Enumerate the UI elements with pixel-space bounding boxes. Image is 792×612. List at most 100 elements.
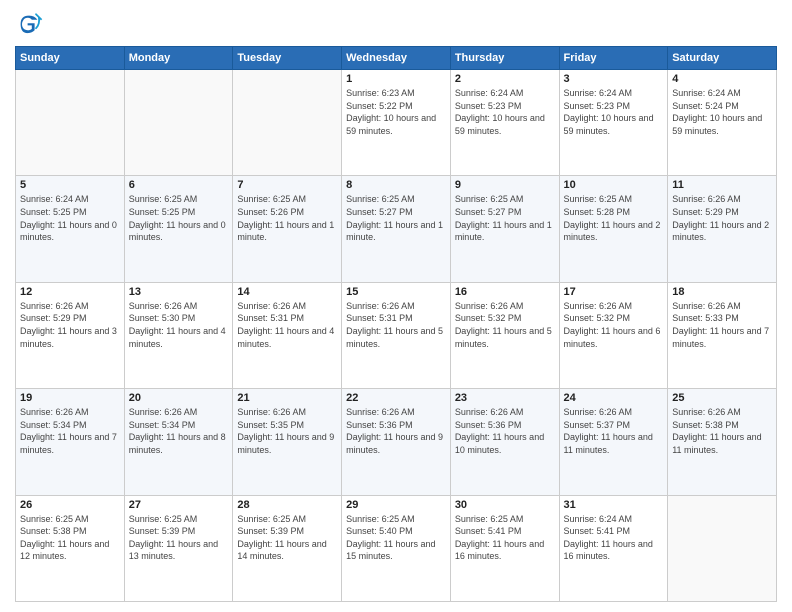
day-info: Sunrise: 6:26 AM Sunset: 5:30 PM Dayligh… xyxy=(129,300,229,350)
calendar-day-cell: 15 Sunrise: 6:26 AM Sunset: 5:31 PM Dayli… xyxy=(342,282,451,388)
calendar-week-row: 19 Sunrise: 6:26 AM Sunset: 5:34 PM Dayli… xyxy=(16,389,777,495)
day-number: 18 xyxy=(672,286,772,298)
calendar-day-cell: 18 Sunrise: 6:26 AM Sunset: 5:33 PM Dayli… xyxy=(668,282,777,388)
header xyxy=(15,10,777,38)
day-number: 25 xyxy=(672,392,772,404)
calendar-day-cell: 22 Sunrise: 6:26 AM Sunset: 5:36 PM Dayli… xyxy=(342,389,451,495)
day-number: 8 xyxy=(346,179,446,191)
calendar-day-cell: 21 Sunrise: 6:26 AM Sunset: 5:35 PM Dayli… xyxy=(233,389,342,495)
calendar-day-cell: 8 Sunrise: 6:25 AM Sunset: 5:27 PM Daylig… xyxy=(342,176,451,282)
day-info: Sunrise: 6:24 AM Sunset: 5:24 PM Dayligh… xyxy=(672,87,772,137)
day-number: 11 xyxy=(672,179,772,191)
day-info: Sunrise: 6:25 AM Sunset: 5:25 PM Dayligh… xyxy=(129,193,229,243)
day-info: Sunrise: 6:26 AM Sunset: 5:29 PM Dayligh… xyxy=(20,300,120,350)
empty-cell xyxy=(668,495,777,601)
day-info: Sunrise: 6:26 AM Sunset: 5:32 PM Dayligh… xyxy=(455,300,555,350)
day-number: 31 xyxy=(564,499,664,511)
calendar-day-cell: 25 Sunrise: 6:26 AM Sunset: 5:38 PM Dayli… xyxy=(668,389,777,495)
day-info: Sunrise: 6:26 AM Sunset: 5:29 PM Dayligh… xyxy=(672,193,772,243)
day-info: Sunrise: 6:25 AM Sunset: 5:27 PM Dayligh… xyxy=(346,193,446,243)
day-info: Sunrise: 6:26 AM Sunset: 5:37 PM Dayligh… xyxy=(564,406,664,456)
calendar-table: SundayMondayTuesdayWednesdayThursdayFrid… xyxy=(15,46,777,602)
calendar-day-cell: 13Sunrise: 6:26 AM Sunset: 5:30 PM Dayli… xyxy=(124,282,233,388)
day-info: Sunrise: 6:25 AM Sunset: 5:41 PM Dayligh… xyxy=(455,513,555,563)
day-number: 17 xyxy=(564,286,664,298)
calendar-day-cell: 6Sunrise: 6:25 AM Sunset: 5:25 PM Daylig… xyxy=(124,176,233,282)
calendar-day-cell: 27 Sunrise: 6:25 AM Sunset: 5:39 PM Dayli… xyxy=(124,495,233,601)
day-info: Sunrise: 6:26 AM Sunset: 5:36 PM Dayligh… xyxy=(455,406,555,456)
day-info: Sunrise: 6:25 AM Sunset: 5:26 PM Dayligh… xyxy=(237,193,337,243)
calendar-day-cell: 14 Sunrise: 6:26 AM Sunset: 5:31 PM Dayli… xyxy=(233,282,342,388)
day-number: 5 xyxy=(20,179,120,191)
day-info: Sunrise: 6:26 AM Sunset: 5:31 PM Dayligh… xyxy=(346,300,446,350)
calendar-day-cell: 12 Sunrise: 6:26 AM Sunset: 5:29 PM Dayli… xyxy=(16,282,125,388)
calendar-day-cell: 5 Sunrise: 6:24 AM Sunset: 5:25 PM Daylig… xyxy=(16,176,125,282)
weekday-header-monday: Monday xyxy=(124,47,233,70)
day-number: 14 xyxy=(237,286,337,298)
day-info: Sunrise: 6:26 AM Sunset: 5:33 PM Dayligh… xyxy=(672,300,772,350)
day-number: 24 xyxy=(564,392,664,404)
weekday-header-wednesday: Wednesday xyxy=(342,47,451,70)
day-number: 3 xyxy=(564,73,664,85)
day-info: Sunrise: 6:25 AM Sunset: 5:40 PM Dayligh… xyxy=(346,513,446,563)
day-info: Sunrise: 6:26 AM Sunset: 5:31 PM Dayligh… xyxy=(237,300,337,350)
day-info: Sunrise: 6:26 AM Sunset: 5:34 PM Dayligh… xyxy=(129,406,229,456)
weekday-header-friday: Friday xyxy=(559,47,668,70)
day-number: 22 xyxy=(346,392,446,404)
day-info: Sunrise: 6:25 AM Sunset: 5:39 PM Dayligh… xyxy=(129,513,229,563)
calendar-day-cell: 3 Sunrise: 6:24 AM Sunset: 5:23 PM Daylig… xyxy=(559,70,668,176)
day-info: Sunrise: 6:26 AM Sunset: 5:32 PM Dayligh… xyxy=(564,300,664,350)
day-info: Sunrise: 6:24 AM Sunset: 5:23 PM Dayligh… xyxy=(564,87,664,137)
day-number: 15 xyxy=(346,286,446,298)
day-number: 12 xyxy=(20,286,120,298)
day-number: 28 xyxy=(237,499,337,511)
day-info: Sunrise: 6:26 AM Sunset: 5:34 PM Dayligh… xyxy=(20,406,120,456)
calendar-day-cell: 23 Sunrise: 6:26 AM Sunset: 5:36 PM Dayli… xyxy=(450,389,559,495)
calendar-day-cell: 20 Sunrise: 6:26 AM Sunset: 5:34 PM Dayli… xyxy=(124,389,233,495)
day-info: Sunrise: 6:26 AM Sunset: 5:38 PM Dayligh… xyxy=(672,406,772,456)
day-number: 9 xyxy=(455,179,555,191)
weekday-header-saturday: Saturday xyxy=(668,47,777,70)
day-number: 4 xyxy=(672,73,772,85)
calendar-day-cell: 19 Sunrise: 6:26 AM Sunset: 5:34 PM Dayli… xyxy=(16,389,125,495)
day-info: Sunrise: 6:26 AM Sunset: 5:36 PM Dayligh… xyxy=(346,406,446,456)
day-number: 19 xyxy=(20,392,120,404)
day-info: Sunrise: 6:25 AM Sunset: 5:38 PM Dayligh… xyxy=(20,513,120,563)
day-number: 16 xyxy=(455,286,555,298)
day-info: Sunrise: 6:24 AM Sunset: 5:41 PM Dayligh… xyxy=(564,513,664,563)
calendar-week-row: 26Sunrise: 6:25 AM Sunset: 5:38 PM Dayli… xyxy=(16,495,777,601)
day-info: Sunrise: 6:26 AM Sunset: 5:35 PM Dayligh… xyxy=(237,406,337,456)
weekday-header-sunday: Sunday xyxy=(16,47,125,70)
calendar-day-cell: 9Sunrise: 6:25 AM Sunset: 5:27 PM Daylig… xyxy=(450,176,559,282)
weekday-header-tuesday: Tuesday xyxy=(233,47,342,70)
calendar-day-cell: 29Sunrise: 6:25 AM Sunset: 5:40 PM Dayli… xyxy=(342,495,451,601)
calendar-day-cell: 7 Sunrise: 6:25 AM Sunset: 5:26 PM Daylig… xyxy=(233,176,342,282)
day-number: 7 xyxy=(237,179,337,191)
logo xyxy=(15,10,47,38)
calendar-day-cell: 2Sunrise: 6:24 AM Sunset: 5:23 PM Daylig… xyxy=(450,70,559,176)
calendar-week-row: 5 Sunrise: 6:24 AM Sunset: 5:25 PM Daylig… xyxy=(16,176,777,282)
day-number: 21 xyxy=(237,392,337,404)
day-number: 27 xyxy=(129,499,229,511)
day-number: 23 xyxy=(455,392,555,404)
empty-cell xyxy=(16,70,125,176)
day-info: Sunrise: 6:23 AM Sunset: 5:22 PM Dayligh… xyxy=(346,87,446,137)
day-info: Sunrise: 6:24 AM Sunset: 5:23 PM Dayligh… xyxy=(455,87,555,137)
calendar-day-cell: 11 Sunrise: 6:26 AM Sunset: 5:29 PM Dayli… xyxy=(668,176,777,282)
day-number: 1 xyxy=(346,73,446,85)
weekday-header-row: SundayMondayTuesdayWednesdayThursdayFrid… xyxy=(16,47,777,70)
day-number: 20 xyxy=(129,392,229,404)
day-info: Sunrise: 6:24 AM Sunset: 5:25 PM Dayligh… xyxy=(20,193,120,243)
page: SundayMondayTuesdayWednesdayThursdayFrid… xyxy=(0,0,792,612)
day-number: 30 xyxy=(455,499,555,511)
calendar-day-cell: 10Sunrise: 6:25 AM Sunset: 5:28 PM Dayli… xyxy=(559,176,668,282)
calendar-day-cell: 17 Sunrise: 6:26 AM Sunset: 5:32 PM Dayli… xyxy=(559,282,668,388)
calendar-day-cell: 26Sunrise: 6:25 AM Sunset: 5:38 PM Dayli… xyxy=(16,495,125,601)
day-info: Sunrise: 6:25 AM Sunset: 5:39 PM Dayligh… xyxy=(237,513,337,563)
logo-icon xyxy=(15,10,43,38)
calendar-day-cell: 30 Sunrise: 6:25 AM Sunset: 5:41 PM Dayli… xyxy=(450,495,559,601)
day-info: Sunrise: 6:25 AM Sunset: 5:28 PM Dayligh… xyxy=(564,193,664,243)
calendar-week-row: 12 Sunrise: 6:26 AM Sunset: 5:29 PM Dayli… xyxy=(16,282,777,388)
calendar-day-cell: 28 Sunrise: 6:25 AM Sunset: 5:39 PM Dayli… xyxy=(233,495,342,601)
calendar-day-cell: 1 Sunrise: 6:23 AM Sunset: 5:22 PM Daylig… xyxy=(342,70,451,176)
